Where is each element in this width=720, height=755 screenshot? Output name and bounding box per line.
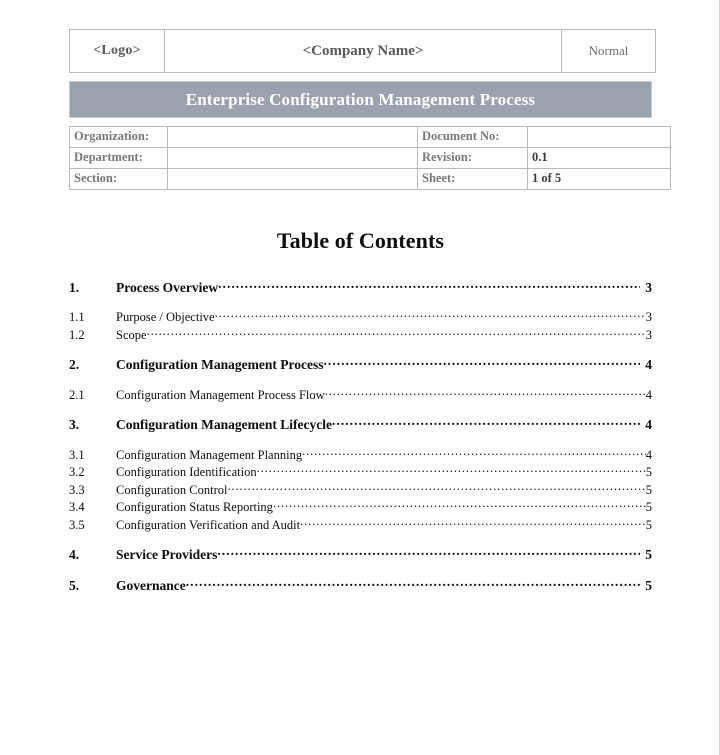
- toc-entry-number: 2.1: [69, 387, 85, 402]
- toc-entry-number: 3.2: [69, 465, 85, 479]
- toc-entry-number: 3.1: [69, 447, 85, 462]
- page-content: <Logo> <Company Name> Normal Enterprise …: [69, 29, 671, 607]
- toc-entry-title: Process Overview: [116, 279, 219, 295]
- toc-entry-title: Configuration Verification and Audit: [116, 517, 301, 532]
- toc-entry[interactable]: 1.2 Scope 3: [69, 326, 652, 343]
- toc-dot-leader: [218, 278, 640, 292]
- meta-label-sheet: Sheet:: [417, 168, 528, 190]
- toc-entry[interactable]: 2.1 Configuration Management Process Flow…: [69, 386, 652, 403]
- toc-entry-page: 4: [645, 357, 652, 372]
- table-of-contents-list: 1. Process Overview 3 1.1 Purpose / Objectiv…: [69, 278, 652, 594]
- toc-entry-page: 4: [645, 417, 652, 432]
- document-title-banner: Enterprise Configuration Management Proc…: [69, 81, 652, 118]
- toc-dot-leader: [186, 576, 641, 590]
- toc-entry[interactable]: 2. Configuration Management Process 4: [69, 356, 652, 374]
- toc-dot-leader: [217, 546, 640, 560]
- logo-placeholder-cell: <Logo>: [69, 29, 165, 73]
- table-row: Organization: Document No:: [69, 126, 671, 148]
- toc-entry[interactable]: 3.4 Configuration Status Reporting 5: [69, 499, 652, 516]
- toc-dot-leader: [147, 326, 646, 339]
- toc-entry-title: Configuration Management Process: [116, 357, 324, 372]
- toc-entry-number: 2.: [69, 357, 80, 372]
- toc-dot-leader: [257, 464, 646, 477]
- toc-entry[interactable]: 1. Process Overview 3: [69, 278, 652, 296]
- toc-entry-title: Configuration Status Reporting: [116, 500, 273, 514]
- toc-entry-number: 4.: [69, 547, 80, 562]
- toc-entry-title: Configuration Management Planning: [116, 447, 303, 462]
- toc-dot-leader: [227, 481, 645, 494]
- toc-entry-number: 3.5: [69, 517, 85, 532]
- toc-entry-number: 3.3: [69, 482, 85, 497]
- document-meta-wrapper: Organization: Document No: Department: R…: [69, 126, 671, 190]
- document-header-table: <Logo> <Company Name> Normal: [69, 29, 656, 73]
- document-page: <Logo> <Company Name> Normal Enterprise …: [0, 0, 720, 755]
- toc-entry-title: Configuration Identification: [116, 465, 257, 479]
- toc-entry-title: Purpose / Objective: [116, 310, 215, 324]
- toc-entry-number: 3.4: [69, 500, 85, 514]
- meta-label-department: Department:: [69, 147, 168, 169]
- meta-value-organization[interactable]: [167, 126, 418, 148]
- meta-value-department[interactable]: [167, 147, 418, 169]
- toc-dot-leader: [302, 446, 646, 459]
- toc-entry-page: 4: [645, 387, 652, 402]
- document-title: Enterprise Configuration Management Proc…: [185, 89, 536, 109]
- meta-label-document-no: Document No:: [417, 126, 528, 148]
- toc-entry-number: 3.: [69, 417, 80, 432]
- toc-entry[interactable]: 3. Configuration Management Lifecycle 4: [69, 416, 652, 434]
- toc-entry-page: 5: [645, 465, 652, 479]
- toc-entry-page: 3: [645, 327, 652, 342]
- toc-entry-page: 5: [645, 547, 652, 562]
- toc-entry-page: 3: [645, 310, 652, 324]
- toc-entry-number: 1.1: [69, 310, 85, 324]
- toc-entry[interactable]: 5. Governance 5: [69, 576, 652, 594]
- toc-entry-title: Configuration Control: [116, 482, 228, 497]
- meta-value-sheet[interactable]: 1 of 5: [527, 168, 671, 190]
- classification-cell: Normal: [561, 29, 656, 73]
- toc-entry[interactable]: 3.1 Configuration Management Planning 4: [69, 446, 652, 463]
- toc-entry-title: Service Providers: [116, 547, 218, 562]
- toc-entry-page: 4: [645, 447, 652, 462]
- toc-entry-title: Governance: [116, 577, 186, 593]
- table-row: Section: Sheet: 1 of 5: [69, 168, 671, 190]
- toc-dot-leader: [332, 416, 640, 430]
- toc-dot-leader: [300, 516, 646, 529]
- toc-entry[interactable]: 3.3 Configuration Control 5: [69, 481, 652, 498]
- toc-entry-number: 1.: [69, 279, 80, 295]
- toc-dot-leader: [325, 386, 646, 399]
- toc-entry-title: Scope: [116, 327, 147, 342]
- toc-dot-leader: [215, 309, 646, 322]
- toc-entry-page: 5: [645, 482, 652, 497]
- toc-entry-number: 5.: [69, 577, 80, 593]
- toc-entry-title: Configuration Management Lifecycle: [116, 417, 332, 432]
- toc-entry-page: 5: [645, 500, 652, 514]
- meta-label-section: Section:: [69, 168, 168, 190]
- toc-entry[interactable]: 3.5 Configuration Verification and Audit 5: [69, 516, 652, 533]
- toc-entry[interactable]: 4. Service Providers 5: [69, 546, 652, 564]
- table-row: Department: Revision: 0.1: [69, 147, 671, 169]
- toc-dot-leader: [323, 356, 640, 370]
- toc-entry[interactable]: 3.2 Configuration Identification 5: [69, 464, 652, 481]
- meta-label-revision: Revision:: [417, 147, 528, 169]
- meta-value-section[interactable]: [167, 168, 418, 190]
- table-row: <Logo> <Company Name> Normal: [69, 29, 656, 73]
- table-of-contents-heading: Table of Contents: [276, 228, 445, 253]
- meta-value-revision[interactable]: 0.1: [527, 147, 671, 169]
- toc-entry-page: 5: [645, 517, 652, 532]
- toc-entry[interactable]: 1.1 Purpose / Objective 3: [69, 309, 652, 326]
- toc-entry-number: 1.2: [69, 327, 85, 342]
- meta-value-document-no[interactable]: [527, 126, 671, 148]
- company-name-cell: <Company Name>: [164, 29, 562, 73]
- toc-entry-title: Configuration Management Process Flow: [116, 387, 325, 402]
- document-meta-table: Organization: Document No: Department: R…: [69, 126, 671, 190]
- toc-dot-leader: [273, 499, 646, 512]
- toc-entry-page: 5: [645, 577, 652, 593]
- meta-label-organization: Organization:: [69, 126, 168, 148]
- toc-entry-page: 3: [645, 279, 652, 295]
